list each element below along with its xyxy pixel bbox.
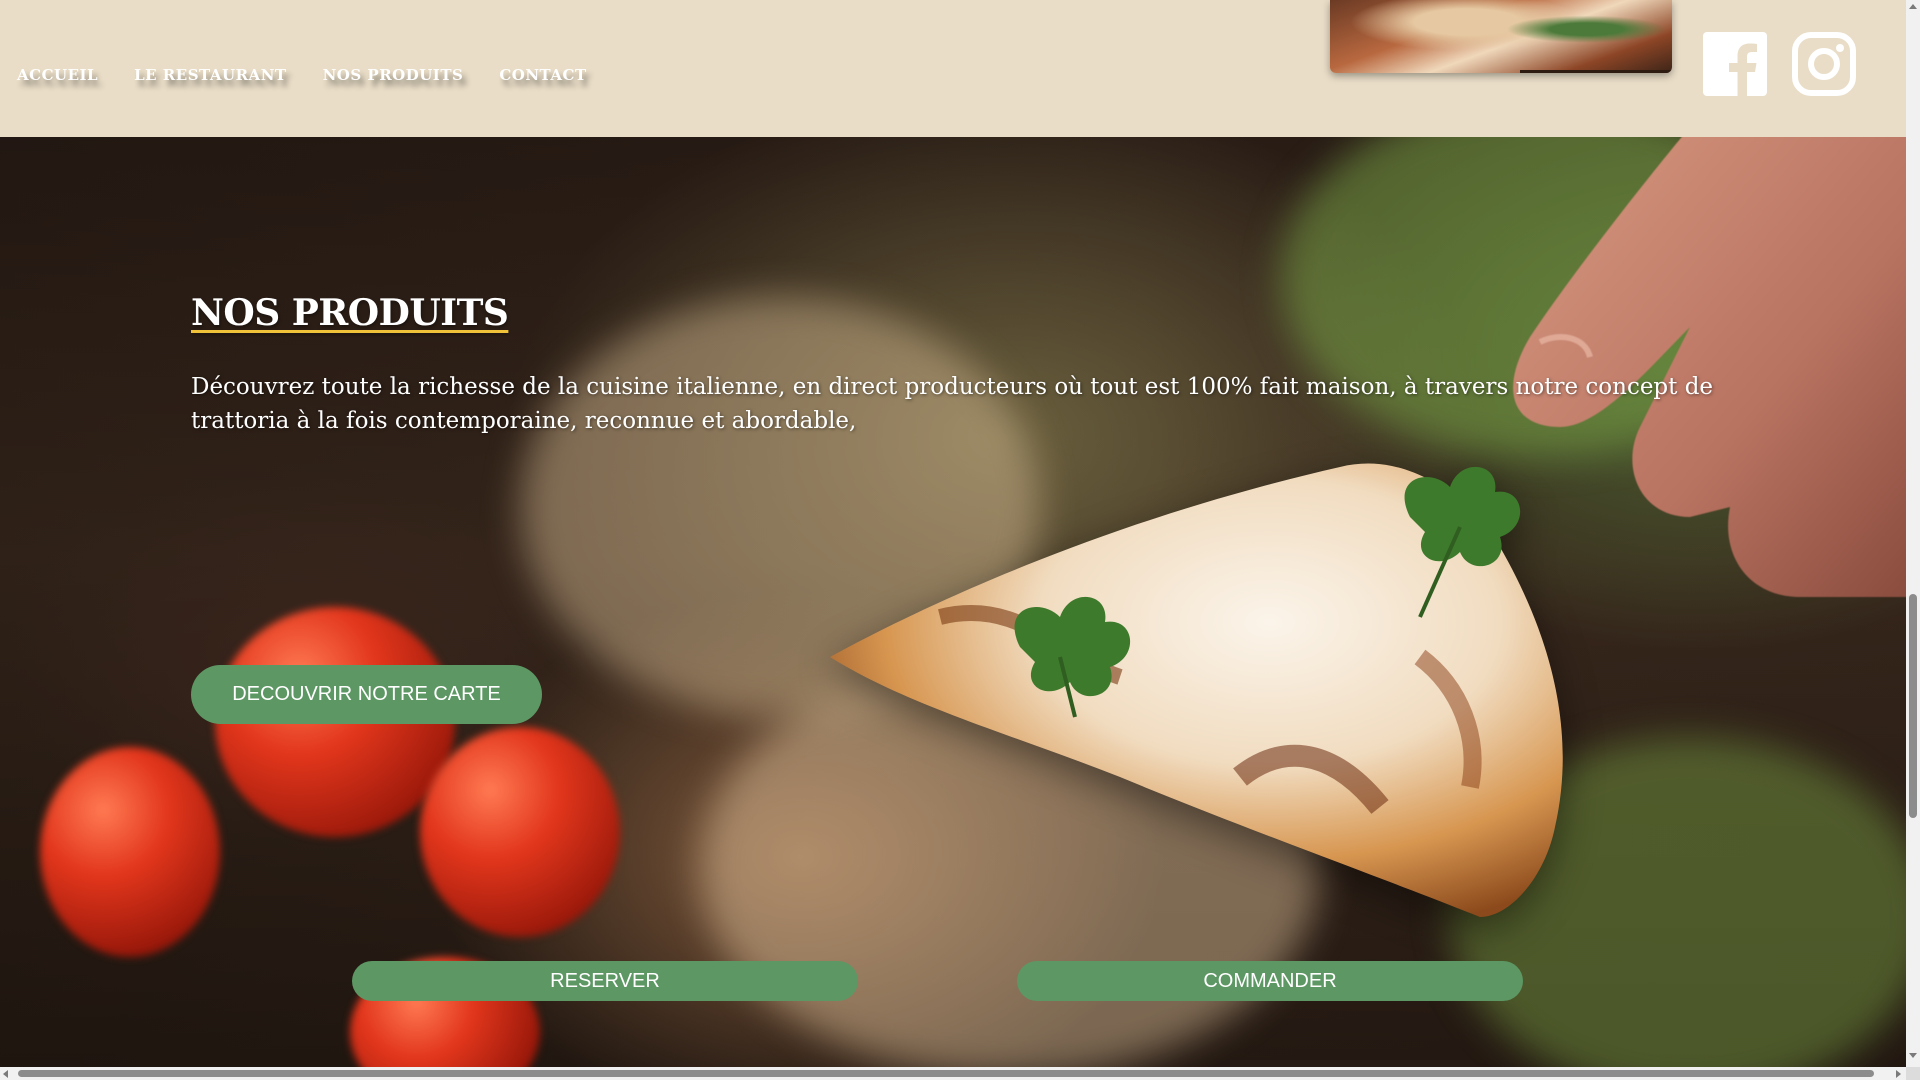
- scroll-left-icon[interactable]: [3, 1070, 8, 1078]
- main-nav: ACCUEIL LE RESTAURANT NOS PRODUITS CONTA…: [17, 66, 623, 84]
- page-title: NOS PRODUITS: [191, 292, 509, 334]
- scroll-down-icon[interactable]: [1909, 1053, 1917, 1058]
- horizontal-scrollbar[interactable]: [0, 1067, 1906, 1080]
- vertical-scrollbar[interactable]: [1906, 0, 1920, 1080]
- vertical-scroll-thumb[interactable]: [1909, 594, 1917, 818]
- page: ACCUEIL LE RESTAURANT NOS PRODUITS CONTA…: [0, 0, 1920, 1080]
- nav-item-contact[interactable]: CONTACT: [499, 66, 586, 84]
- nav-item-nos-produits[interactable]: NOS PRODUITS: [323, 66, 464, 84]
- hero-description: Découvrez toute la richesse de la cuisin…: [191, 374, 1714, 434]
- scrollbar-corner: [1906, 1067, 1920, 1080]
- facebook-icon[interactable]: [1703, 32, 1767, 96]
- reserve-button[interactable]: RESERVER: [352, 961, 858, 1001]
- pizza-slice-image: [830, 463, 1563, 917]
- nav-item-le-restaurant[interactable]: LE RESTAURANT: [134, 66, 286, 84]
- tomato-image: [420, 727, 620, 937]
- hero-content: NOS PRODUITS Découvrez toute la richesse…: [191, 292, 1751, 724]
- header-pizza-thumbnail: [1330, 0, 1672, 73]
- hero-section: NOS PRODUITS Découvrez toute la richesse…: [0, 137, 1906, 1067]
- order-button[interactable]: COMMANDER: [1017, 961, 1523, 1001]
- nav-item-accueil[interactable]: ACCUEIL: [17, 66, 98, 84]
- scroll-right-icon[interactable]: [1896, 1070, 1901, 1078]
- discover-menu-button[interactable]: DECOUVRIR NOTRE CARTE: [191, 665, 542, 724]
- horizontal-scroll-thumb[interactable]: [18, 1070, 1874, 1077]
- scroll-up-icon[interactable]: [1909, 4, 1917, 9]
- site-header: ACCUEIL LE RESTAURANT NOS PRODUITS CONTA…: [0, 0, 1906, 137]
- instagram-icon[interactable]: [1792, 32, 1856, 96]
- tomato-image: [40, 747, 220, 957]
